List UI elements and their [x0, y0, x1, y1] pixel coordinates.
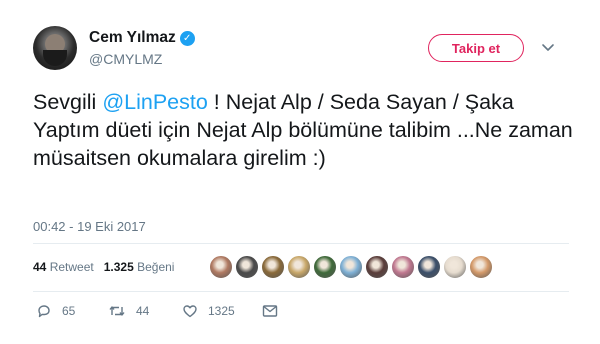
- heart-icon: [183, 305, 197, 318]
- tweet-timestamp[interactable]: 00:42 - 19 Eki 2017: [33, 219, 146, 234]
- like-count: 1325: [208, 304, 235, 318]
- like-action[interactable]: 1325: [182, 303, 262, 319]
- liker-avatar[interactable]: [443, 255, 467, 279]
- retweet-action[interactable]: 44: [108, 303, 182, 319]
- like-stat[interactable]: 1.325 Beğeni: [104, 260, 175, 274]
- tweet-text-start: Sevgili: [33, 90, 103, 114]
- liker-avatar[interactable]: [469, 255, 493, 279]
- liker-avatar[interactable]: [365, 255, 389, 279]
- engagement-stats: 44 Retweet 1.325 Beğeni: [33, 260, 174, 274]
- liker-avatar[interactable]: [209, 255, 233, 279]
- avatar-beard: [43, 50, 67, 66]
- liker-avatar[interactable]: [261, 255, 285, 279]
- like-stat-label: Beğeni: [137, 260, 175, 274]
- tweet-card: Cem Yılmaz ✓ @CMYLMZ Takip et Sevgili @L…: [0, 0, 600, 344]
- divider: [33, 291, 569, 292]
- liker-avatar[interactable]: [417, 255, 441, 279]
- display-name[interactable]: Cem Yılmaz: [89, 29, 176, 47]
- retweet-stat-count: 44: [33, 260, 47, 274]
- verified-badge-icon: ✓: [179, 30, 195, 46]
- retweet-count: 44: [136, 304, 150, 318]
- name-row: Cem Yılmaz ✓: [89, 29, 195, 47]
- liker-avatar[interactable]: [313, 255, 337, 279]
- reply-icon: [38, 305, 50, 318]
- mention-link[interactable]: @LinPesto: [102, 90, 208, 114]
- tweet-actions: 65 44 1325: [36, 303, 278, 319]
- retweet-icon: [109, 306, 125, 316]
- user-handle[interactable]: @CMYLMZ: [89, 51, 162, 67]
- like-stat-count: 1.325: [103, 260, 134, 274]
- liker-avatar[interactable]: [287, 255, 311, 279]
- retweet-stat-label: Retweet: [49, 260, 94, 274]
- liker-avatar[interactable]: [235, 255, 259, 279]
- liker-avatars: [209, 255, 493, 279]
- chevron-down-icon[interactable]: [541, 40, 555, 54]
- reply-count: 65: [62, 304, 76, 318]
- liker-avatar[interactable]: [339, 255, 363, 279]
- direct-message-action[interactable]: [262, 304, 278, 318]
- divider: [33, 243, 569, 244]
- avatar[interactable]: [33, 26, 77, 70]
- retweet-stat[interactable]: 44 Retweet: [33, 260, 94, 274]
- envelope-icon: [262, 305, 278, 317]
- liker-avatar[interactable]: [391, 255, 415, 279]
- follow-button[interactable]: Takip et: [428, 34, 524, 62]
- reply-action[interactable]: 65: [36, 303, 108, 319]
- tweet-text: Sevgili @LinPesto ! Nejat Alp / Seda Say…: [33, 88, 573, 172]
